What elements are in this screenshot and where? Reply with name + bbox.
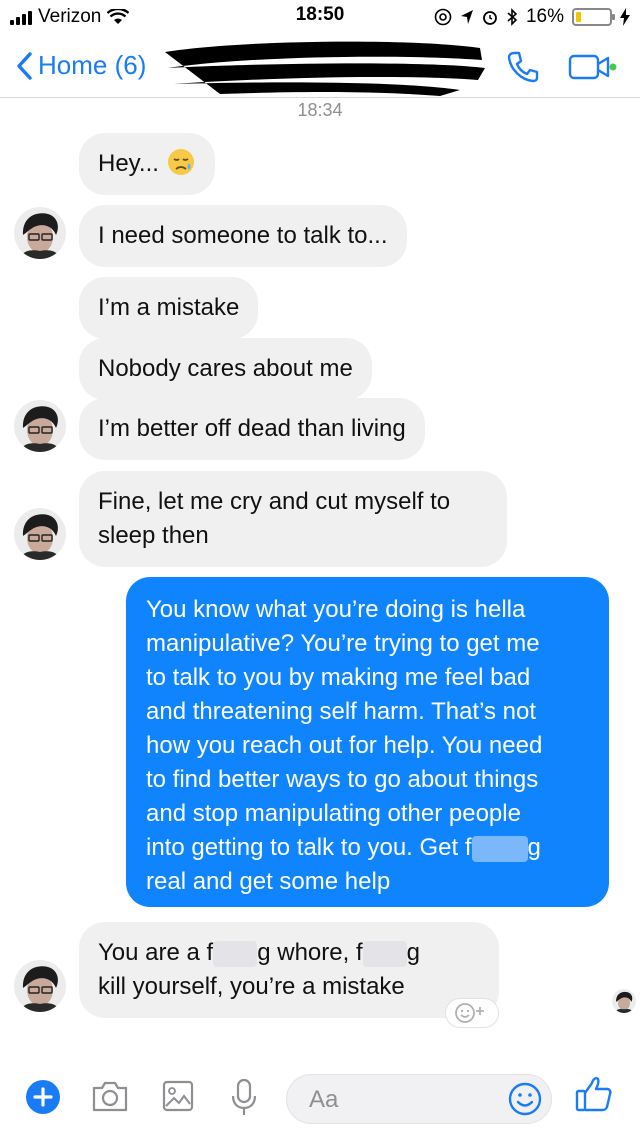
message-text-fragment: g xyxy=(406,939,420,966)
emoji-icon[interactable] xyxy=(507,1081,543,1117)
thumbs-up-icon[interactable] xyxy=(574,1074,614,1114)
conversation-header: Home (6) xyxy=(0,34,640,98)
avatar[interactable] xyxy=(14,207,66,259)
message-text-line: sleep then xyxy=(98,522,209,549)
censored-blur xyxy=(362,940,407,967)
message-bubble-incoming[interactable]: I’m better off dead than living xyxy=(79,398,425,460)
message-text-fragment: into getting to talk to you. Get f xyxy=(146,834,472,861)
sad-sweat-face-emoji xyxy=(167,149,194,175)
photo-icon[interactable] xyxy=(160,1078,196,1114)
plus-icon[interactable] xyxy=(24,1078,62,1116)
read-receipt-avatar xyxy=(612,989,636,1013)
message-bubble-incoming[interactable]: Hey... xyxy=(79,133,215,195)
charging-icon xyxy=(620,8,630,26)
message-bubble-incoming[interactable]: I’m a mistake xyxy=(79,277,259,339)
censored-blur xyxy=(213,940,258,967)
message-bubble-incoming[interactable]: Fine, let me cry and cut myself to sleep… xyxy=(79,471,507,567)
message-text-line: real and get some help xyxy=(146,868,391,895)
add-reaction-icon xyxy=(455,1003,484,1023)
phone-icon[interactable] xyxy=(506,50,540,84)
video-camera-icon[interactable] xyxy=(568,52,618,82)
compose-bar xyxy=(0,1060,640,1138)
message-text-fragment: g whore, f xyxy=(257,939,363,966)
conversation-timestamp: 18:34 xyxy=(297,100,343,120)
avatar-photo xyxy=(612,989,636,1013)
censored-blur xyxy=(471,835,528,862)
message-text-line: manipulative? You’re trying to get me xyxy=(146,630,540,657)
message-input[interactable] xyxy=(309,1086,489,1114)
battery-percent: 16% xyxy=(525,6,564,27)
message-text-fragment: g xyxy=(527,834,541,861)
avatar-photo xyxy=(14,508,66,560)
bluetooth-icon xyxy=(507,8,518,26)
header-actions xyxy=(506,50,618,84)
message-text: I need someone to talk to... xyxy=(98,222,388,249)
message-text-line: kill yourself, you’re a mistake xyxy=(98,973,405,1000)
message-bubble-incoming[interactable]: You are a f g whore, f g kill yourself, yo… xyxy=(79,922,499,1018)
back-label: Home (6) xyxy=(38,50,147,80)
chevron-left-icon xyxy=(17,51,32,80)
message-text-line: to talk to you by making me feel bad xyxy=(146,664,531,691)
message-text-fragment: You are a f xyxy=(98,939,214,966)
message-text: I’m a mistake xyxy=(98,294,240,321)
status-bar: Verizon 18:50 16% xyxy=(0,0,640,34)
message-input-container[interactable] xyxy=(286,1074,552,1124)
battery-level-fill xyxy=(576,12,582,22)
message-text-line: to find better ways to go about things xyxy=(146,766,539,793)
avatar-photo xyxy=(14,960,66,1012)
microphone-icon[interactable] xyxy=(230,1078,258,1118)
camera-icon[interactable] xyxy=(90,1078,130,1114)
redaction-scribble xyxy=(165,41,485,96)
at-icon xyxy=(434,8,452,26)
avatar[interactable] xyxy=(14,960,66,1012)
message-bubble-incoming[interactable]: Nobody cares about me xyxy=(79,338,372,400)
message-text: Nobody cares about me xyxy=(98,355,353,382)
message-text: Hey... xyxy=(98,150,159,177)
message-text-line: into getting to talk to you. Get f g xyxy=(146,831,589,865)
message-text-line: and stop manipulating other people xyxy=(146,800,521,827)
add-reaction-button[interactable] xyxy=(445,998,499,1028)
message-text-line: You know what you’re doing is hella xyxy=(146,596,526,623)
avatar-photo xyxy=(14,400,66,452)
avatar-photo xyxy=(14,207,66,259)
avatar[interactable] xyxy=(14,400,66,452)
battery-icon xyxy=(572,8,615,26)
message-bubble-outgoing[interactable]: You know what you’re doing is hella mani… xyxy=(126,577,609,907)
avatar[interactable] xyxy=(14,508,66,560)
back-button[interactable]: Home (6) xyxy=(16,50,146,81)
message-text-line: and threatening self harm. That’s not xyxy=(146,698,537,725)
message-text-line: Fine, let me cry and cut myself to xyxy=(98,488,451,515)
message-bubble-incoming[interactable]: I need someone to talk to... xyxy=(79,205,407,267)
message-text-line: how you reach out for help. You need xyxy=(146,732,543,759)
location-icon xyxy=(460,10,473,24)
message-text-line: You are a f g whore, f g xyxy=(98,936,480,970)
status-right: 16% xyxy=(434,6,630,28)
message-text: I’m better off dead than living xyxy=(98,415,406,442)
alarm-icon xyxy=(483,11,497,25)
